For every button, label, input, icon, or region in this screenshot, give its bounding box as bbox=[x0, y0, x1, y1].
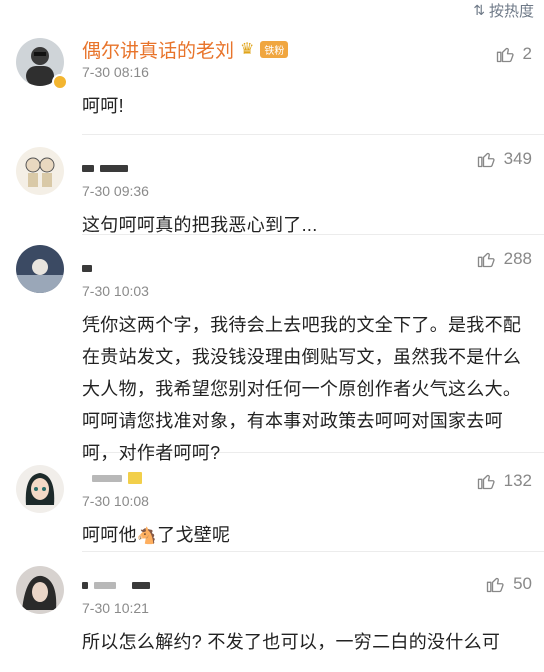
thumbs-up-icon bbox=[486, 577, 504, 593]
comment-item: 7-30 10:21 所以怎么解约? 不发了也可以，一穷二白的没什么可 50 bbox=[0, 552, 544, 672]
comment-time: 7-30 09:36 bbox=[82, 183, 149, 199]
sort-label: 按热度 bbox=[488, 3, 534, 20]
avatar[interactable] bbox=[16, 566, 64, 614]
like-button[interactable]: 132 bbox=[476, 471, 532, 491]
username[interactable]: 偶尔讲真话的老刘 bbox=[82, 36, 234, 63]
blurred-username bbox=[100, 164, 128, 172]
crown-icon: ♛ bbox=[240, 41, 255, 58]
comment-text: 呵呵他🐴了戈壁呢 bbox=[82, 519, 530, 553]
avatar[interactable] bbox=[16, 147, 64, 195]
fan-badge: 铁粉 bbox=[260, 40, 289, 58]
verified-badge-icon bbox=[52, 74, 68, 90]
comment-time: 7-30 10:08 bbox=[82, 493, 149, 509]
comment-item: 7-30 09:36 这句呵呵真的把我恶心到了... 349 bbox=[0, 135, 544, 235]
horse-emoji-icon: 🐴 bbox=[136, 528, 158, 545]
blurred-username bbox=[94, 581, 116, 589]
like-button[interactable]: 50 bbox=[485, 574, 532, 594]
like-button[interactable]: 288 bbox=[476, 249, 532, 269]
sort-by-hot-button[interactable]: ⇅ 按热度 bbox=[473, 0, 534, 21]
like-count: 50 bbox=[513, 574, 532, 593]
like-button[interactable]: 349 bbox=[476, 149, 532, 169]
like-count: 132 bbox=[503, 471, 532, 490]
blurred-username bbox=[82, 264, 92, 272]
comment-text-part: 呵呵他 bbox=[82, 525, 137, 545]
top-bar: ⇅ 按热度 bbox=[0, 0, 544, 30]
comment-item: 7-30 10:08 呵呵他🐴了戈壁呢 132 bbox=[0, 453, 544, 551]
like-count: 288 bbox=[503, 249, 532, 268]
thumbs-up-icon bbox=[477, 152, 495, 168]
blurred-username bbox=[82, 581, 88, 589]
sort-arrows-icon: ⇅ bbox=[473, 2, 485, 18]
comment-item: 7-30 10:03 凭你这两个字，我待会上去吧我的文全下了。是我不配在贵站发文… bbox=[0, 235, 544, 463]
comment-text: 凭你这两个字，我待会上去吧我的文全下了。是我不配在贵站发文，我没钱没理由倒贴写文… bbox=[82, 315, 522, 463]
blurred-username bbox=[92, 474, 122, 482]
comment-item: 偶尔讲真话的老刘 ♛ 铁粉 7-30 08:16 呵呵! 2 bbox=[0, 30, 544, 134]
comment-text-part: 了戈壁呢 bbox=[157, 525, 231, 545]
comment-text: 呵呵! bbox=[82, 96, 124, 116]
avatar[interactable] bbox=[16, 245, 64, 293]
like-button[interactable]: 2 bbox=[495, 44, 532, 64]
comment-text: 所以怎么解约? 不发了也可以，一穷二白的没什么可 bbox=[82, 632, 501, 652]
blurred-username bbox=[128, 472, 142, 484]
like-count: 2 bbox=[522, 44, 532, 63]
comment-time: 7-30 10:21 bbox=[82, 600, 149, 616]
blurred-username bbox=[82, 164, 94, 172]
like-count: 349 bbox=[503, 149, 532, 168]
blurred-username bbox=[132, 581, 150, 589]
comment-time: 7-30 10:03 bbox=[82, 283, 149, 299]
avatar[interactable] bbox=[16, 465, 64, 513]
comment-time: 7-30 08:16 bbox=[82, 64, 149, 80]
thumbs-up-icon bbox=[477, 252, 495, 268]
thumbs-up-icon bbox=[477, 474, 495, 490]
thumbs-up-icon bbox=[496, 47, 514, 63]
